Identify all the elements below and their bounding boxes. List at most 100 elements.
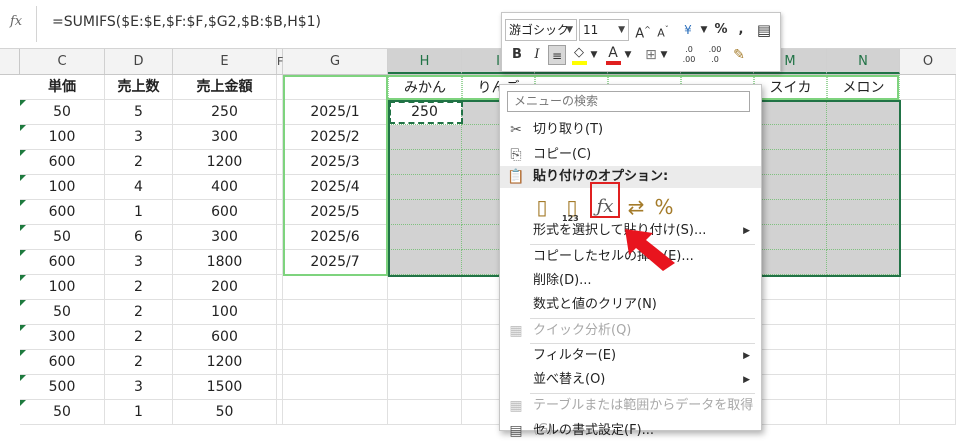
column-header-e[interactable]: E <box>173 49 277 74</box>
month-cell[interactable]: 2025/2 <box>283 125 388 150</box>
cell[interactable] <box>388 300 462 325</box>
cell[interactable] <box>754 225 827 250</box>
cell[interactable] <box>388 325 462 350</box>
column-header-h[interactable]: H <box>388 49 462 74</box>
center-align-button[interactable]: ≡ <box>548 45 566 65</box>
currency-format-button[interactable]: ¥ <box>677 20 699 40</box>
cell[interactable]: 600 <box>173 325 277 350</box>
cell[interactable]: 1 <box>105 200 173 225</box>
cell[interactable]: 100 <box>20 175 105 200</box>
chevron-down-icon[interactable]: ▼ <box>658 45 670 65</box>
cell[interactable] <box>900 75 956 100</box>
cell[interactable] <box>388 175 462 200</box>
cell[interactable] <box>754 400 827 425</box>
cell[interactable] <box>388 350 462 375</box>
cell[interactable] <box>827 225 900 250</box>
menu-search-input[interactable]: メニューの検索 <box>507 91 750 112</box>
cell[interactable]: 1800 <box>173 250 277 275</box>
cell[interactable]: 250 <box>173 100 277 125</box>
cell[interactable] <box>754 150 827 175</box>
cell[interactable] <box>900 300 956 325</box>
fruit-header-cell[interactable]: みかん <box>388 75 462 100</box>
menu-item-cut[interactable]: ✂ 切り取り(T) <box>500 118 761 142</box>
paste-transpose-icon[interactable]: ⇄ <box>624 193 648 221</box>
cell[interactable]: 6 <box>105 225 173 250</box>
cell[interactable] <box>388 200 462 225</box>
percent-style-button[interactable]: % <box>712 20 730 40</box>
cell[interactable] <box>283 400 388 425</box>
month-cell[interactable]: 2025/4 <box>283 175 388 200</box>
fruit-header-cell[interactable]: スイカ <box>754 75 827 100</box>
cell[interactable] <box>827 200 900 225</box>
cell[interactable] <box>388 375 462 400</box>
cell[interactable] <box>283 350 388 375</box>
cell[interactable] <box>827 400 900 425</box>
chevron-down-icon[interactable]: ▼ <box>622 45 634 65</box>
cell[interactable]: 600 <box>20 150 105 175</box>
cell[interactable] <box>900 200 956 225</box>
cell[interactable]: 1500 <box>173 375 277 400</box>
month-cell[interactable]: 2025/7 <box>283 250 388 275</box>
chevron-down-icon[interactable]: ▼ <box>588 45 600 65</box>
cell[interactable] <box>754 350 827 375</box>
menu-item-get-data[interactable]: ▦ テーブルまたは範囲からデータを取得(G)... <box>500 394 761 437</box>
cell[interactable] <box>827 250 900 275</box>
cell[interactable]: 100 <box>20 275 105 300</box>
function-icon[interactable]: fx <box>10 14 22 29</box>
cell[interactable]: 600 <box>20 250 105 275</box>
cell[interactable] <box>754 375 827 400</box>
cell[interactable] <box>900 350 956 375</box>
menu-item-sort[interactable]: 並べ替え(O) ▶ <box>500 368 761 392</box>
cell[interactable]: 300 <box>173 225 277 250</box>
cell[interactable] <box>827 100 900 125</box>
cell[interactable]: 300 <box>173 125 277 150</box>
menu-item-clear[interactable]: 数式と値のクリア(N) <box>500 293 761 317</box>
result-cell[interactable]: 250 <box>388 100 462 125</box>
cell[interactable] <box>827 300 900 325</box>
column-header-g[interactable]: G <box>283 49 388 74</box>
increase-decimal-button[interactable]: .0 .00 <box>678 45 700 65</box>
cell[interactable] <box>827 375 900 400</box>
cell[interactable]: 600 <box>20 350 105 375</box>
cell[interactable] <box>827 175 900 200</box>
cell[interactable]: 50 <box>173 400 277 425</box>
menu-item-copy[interactable]: ⎘ コピー(C) <box>500 143 761 167</box>
paste-values-icon[interactable]: ▯ 123 <box>560 193 584 223</box>
cell[interactable]: 2 <box>105 150 173 175</box>
font-size-dropdown[interactable]: 11 ▼ <box>579 19 629 41</box>
cell[interactable] <box>827 125 900 150</box>
cell[interactable] <box>283 75 388 100</box>
cell[interactable]: 3 <box>105 250 173 275</box>
cell[interactable] <box>283 375 388 400</box>
cell[interactable] <box>388 275 462 300</box>
cell[interactable] <box>283 275 388 300</box>
cell[interactable]: 3 <box>105 125 173 150</box>
bold-button[interactable]: B <box>508 45 526 65</box>
cell[interactable] <box>900 400 956 425</box>
format-painter-icon[interactable]: ✎ <box>730 45 748 65</box>
cell[interactable] <box>900 175 956 200</box>
month-cell[interactable]: 2025/3 <box>283 150 388 175</box>
column-header-n[interactable]: N <box>827 49 900 74</box>
cell[interactable] <box>754 175 827 200</box>
cell[interactable] <box>900 250 956 275</box>
cell[interactable]: 300 <box>20 325 105 350</box>
cell[interactable] <box>754 300 827 325</box>
month-cell[interactable]: 2025/6 <box>283 225 388 250</box>
cell[interactable] <box>754 100 827 125</box>
cell[interactable] <box>827 275 900 300</box>
cell[interactable] <box>900 150 956 175</box>
cell[interactable]: 1200 <box>173 150 277 175</box>
column-header-d[interactable]: D <box>105 49 173 74</box>
month-cell[interactable]: 2025/1 <box>283 100 388 125</box>
cell[interactable] <box>388 225 462 250</box>
cell[interactable]: 400 <box>173 175 277 200</box>
menu-item-format-cells[interactable]: ▤ セルの書式設定(F)... <box>500 419 761 443</box>
menu-item-filter[interactable]: フィルター(E) ▶ <box>500 344 761 368</box>
decrease-font-size-button[interactable]: Aˇ <box>654 20 672 40</box>
cell[interactable] <box>388 400 462 425</box>
cell[interactable] <box>900 325 956 350</box>
formula-input[interactable]: =SUMIFS($E:$E,$F:$F,$G2,$B:$B,H$1) <box>52 14 321 30</box>
cell[interactable]: 4 <box>105 175 173 200</box>
cell[interactable]: 50 <box>20 400 105 425</box>
